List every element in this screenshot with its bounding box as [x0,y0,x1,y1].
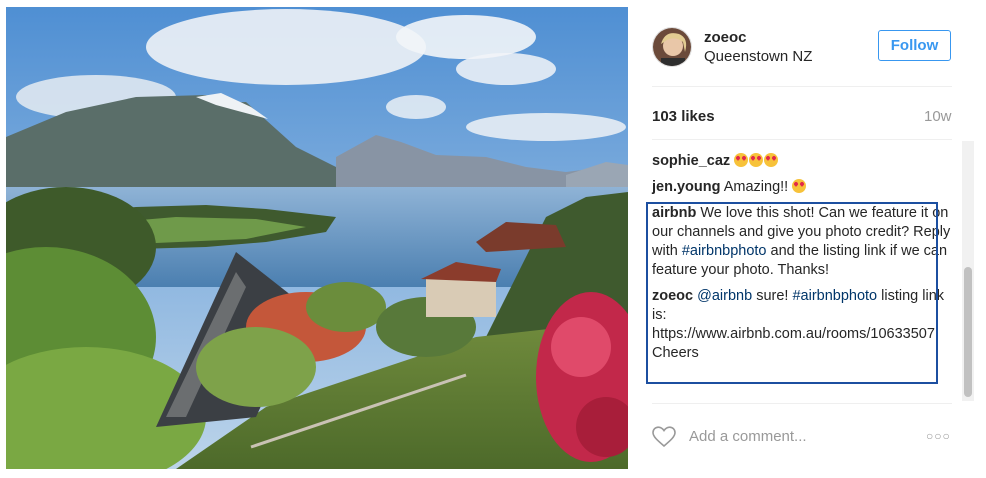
avatar[interactable] [652,27,692,67]
post-header: zoeoc Queenstown NZ Follow [636,7,968,85]
comment-item: sophie_caz [652,152,952,171]
highlight-box [646,202,938,384]
comment-text: Amazing!! [723,179,789,195]
divider [652,139,952,140]
comment-input[interactable]: Add a comment... [689,428,807,445]
divider [652,86,952,87]
comment-item: jen.young Amazing!! [652,178,952,197]
comment-username[interactable]: jen.young [652,179,720,195]
likes-count[interactable]: 103 likes [652,108,715,125]
scrollbar-thumb[interactable] [964,267,972,397]
heart-eyes-emoji-icon [792,179,807,193]
follow-button[interactable]: Follow [878,30,951,61]
post-sidebar: zoeoc Queenstown NZ Follow 103 likes 10w… [636,7,976,469]
post-age[interactable]: 10w [924,108,952,125]
username[interactable]: zoeoc [704,29,747,46]
post-photo[interactable] [6,7,628,469]
comment-bar: Add a comment... ○○○ [636,417,968,457]
more-options-icon[interactable]: ○○○ [926,429,951,443]
heart-eyes-emoji-icon [734,153,779,169]
divider [652,403,952,404]
comment-username[interactable]: sophie_caz [652,153,730,169]
location[interactable]: Queenstown NZ [704,48,812,65]
heart-icon[interactable] [652,426,676,448]
